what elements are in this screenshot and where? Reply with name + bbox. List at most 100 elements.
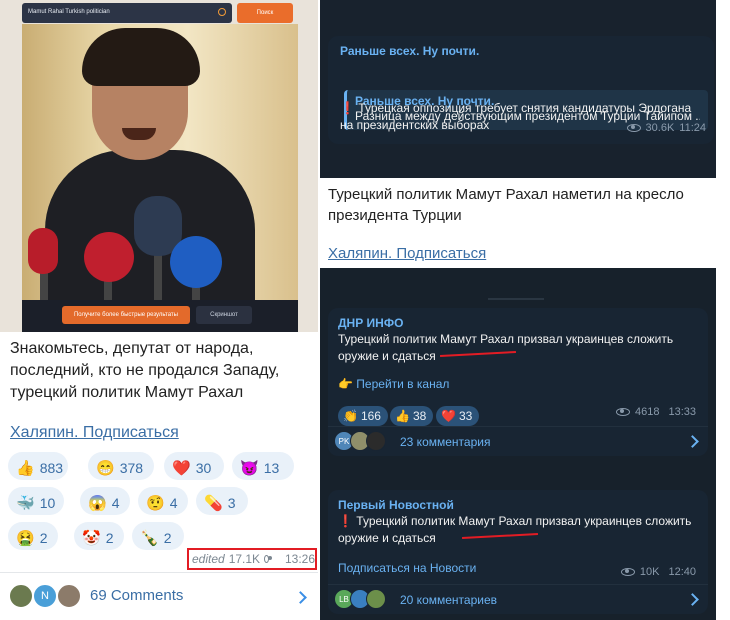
- reaction-emoji: 👏: [343, 409, 358, 423]
- mic-stand: [104, 280, 112, 300]
- reaction-emoji: ❤️: [441, 409, 456, 423]
- message-time: 13:33: [668, 406, 696, 418]
- reaction-chip[interactable]: ❤️ 33: [436, 406, 480, 426]
- reaction-chip[interactable]: 👏 166: [338, 406, 388, 426]
- image-search-button[interactable]: Поиск: [237, 3, 293, 23]
- reaction-chip[interactable]: 🤡 2: [74, 522, 124, 550]
- avatar: [8, 583, 34, 609]
- message-card-dnr: ДНР ИНФО Турецкий политик Мамут Рахал пр…: [328, 308, 708, 456]
- post-time: 13:26: [284, 552, 315, 566]
- telegram-feed: ДНР ИНФО Турецкий политик Мамут Рахал пр…: [320, 268, 716, 620]
- reaction-count: 33: [458, 409, 473, 423]
- comments-bar[interactable]: PK 23 комментария: [328, 426, 708, 456]
- subscribe-link[interactable]: Халяпин. Подписаться: [328, 245, 486, 262]
- reaction-chip[interactable]: 🤮 2: [8, 522, 58, 550]
- divider: [488, 298, 544, 300]
- avatar: N: [32, 583, 58, 609]
- chevron-right-icon: [686, 593, 699, 606]
- reaction-emoji: 😁: [96, 460, 115, 477]
- reaction-count: 378: [119, 460, 144, 476]
- message-time: 11:24: [679, 122, 706, 134]
- avatar: [366, 431, 386, 451]
- chevron-right-icon: [294, 591, 307, 604]
- search-icon: [218, 8, 226, 16]
- reaction-emoji: 🤨: [146, 495, 165, 512]
- reaction-chip[interactable]: 😈 13: [232, 452, 294, 480]
- exclamation-icon: ❗: [338, 514, 353, 528]
- comments-label: 20 комментариев: [400, 593, 498, 607]
- reaction-count: 10: [39, 495, 56, 511]
- message-meta: 4618 13:33: [615, 406, 696, 418]
- reaction-chip[interactable]: ❤️ 30: [164, 452, 224, 480]
- microphone: [84, 232, 134, 282]
- channel-name[interactable]: Первый Новостной: [338, 498, 454, 512]
- reaction-count: 883: [39, 460, 64, 476]
- reaction-emoji: 🤡: [82, 530, 101, 547]
- reaction-count: 13: [263, 460, 280, 476]
- reaction-emoji: 💊: [204, 495, 223, 512]
- reaction-emoji: ❤️: [172, 460, 191, 477]
- chevron-right-icon: [686, 435, 699, 448]
- mic-stand: [192, 286, 200, 300]
- message-bubble: Раньше всех. Ну почти. Раньше всех. Ну п…: [328, 36, 714, 144]
- message-meta: 10K 12:40: [620, 566, 696, 578]
- reaction-emoji: 🐳: [16, 495, 35, 512]
- reaction-chip[interactable]: 😱 4: [80, 487, 130, 515]
- views-count: 4618: [634, 406, 660, 418]
- reaction-chip[interactable]: 🍾 2: [132, 522, 184, 550]
- faster-results-button[interactable]: Получите более быстрые результаты: [62, 306, 190, 324]
- eye-icon: [626, 124, 641, 132]
- channel-name[interactable]: ДНР ИНФО: [338, 316, 403, 330]
- comments-label: 23 комментария: [400, 435, 491, 449]
- reaction-chip[interactable]: 😁 378: [88, 452, 154, 480]
- subscribe-link[interactable]: Халяпин. Подписаться: [10, 424, 179, 442]
- left-post: Mamut Rahal Turkish politician Поиск Пол…: [0, 0, 318, 620]
- views-count: 10K: [639, 566, 660, 578]
- eye-icon: [620, 568, 635, 576]
- microphone: [28, 228, 58, 274]
- comments-bar[interactable]: LB 20 комментариев: [328, 584, 708, 614]
- screenshot-button[interactable]: Скриншот: [196, 306, 252, 324]
- pointing-hand-icon: 👉: [338, 377, 353, 391]
- reaction-emoji: 👍: [16, 460, 35, 477]
- microphone: [170, 236, 222, 288]
- reaction-count: 38: [412, 409, 427, 423]
- reaction-emoji: 😈: [240, 460, 259, 477]
- mic-stand: [40, 272, 48, 300]
- message-card-first-news: Первый Новостной ❗ Турецкий политик Маму…: [328, 490, 708, 614]
- subscribe-link[interactable]: Подписаться на Новости: [338, 561, 476, 575]
- channel-name[interactable]: Раньше всех. Ну почти.: [340, 44, 479, 58]
- channel-link[interactable]: 👉 Перейти в канал: [338, 377, 449, 391]
- views-count: 30.6K: [645, 122, 675, 134]
- avatar: [366, 589, 386, 609]
- channel-link-label: Перейти в канал: [356, 377, 450, 391]
- edited-label: edited: [192, 552, 225, 566]
- forwarded-post-light: Турецкий политик Мамут Рахал наметил на …: [320, 178, 716, 268]
- photo-hair: [82, 28, 200, 86]
- reaction-count: 4: [169, 495, 178, 511]
- message-body: Турецкий политик Мамут Рахал призвал укр…: [338, 514, 692, 545]
- comments-bar[interactable]: N 69 Comments: [0, 572, 318, 620]
- post-text: Знакомьтесь, депутат от народа, последни…: [10, 340, 280, 401]
- eye-icon: [615, 408, 630, 416]
- message-text: Турецкий политик Мамут Рахал призвал укр…: [338, 332, 674, 363]
- reaction-count: 4: [111, 495, 120, 511]
- post-text: Турецкий политик Мамут Рахал наметил на …: [328, 186, 684, 224]
- reaction-count: 2: [39, 530, 48, 546]
- exclamation-icon: ❗: [340, 101, 355, 115]
- reaction-count: 30: [195, 460, 212, 476]
- message-meta: 30.6K 11:24: [626, 122, 706, 134]
- image-search-input[interactable]: Mamut Rahal Turkish politician: [22, 3, 232, 23]
- reaction-chip[interactable]: 🤨 4: [138, 487, 188, 515]
- reaction-chip[interactable]: 👍 38: [390, 406, 434, 426]
- reaction-count: 2: [105, 530, 114, 546]
- post-photo[interactable]: Mamut Rahal Turkish politician Поиск Пол…: [0, 0, 318, 332]
- avatar: [56, 583, 82, 609]
- reaction-emoji: 🤮: [16, 530, 35, 547]
- post-meta: edited 17.1K 13:26: [187, 548, 317, 570]
- message-time: 12:40: [668, 566, 696, 578]
- eye-icon: [264, 555, 272, 563]
- reaction-chip[interactable]: 💊 3: [196, 487, 248, 515]
- reaction-chip[interactable]: 👍 883: [8, 452, 68, 480]
- reaction-chip[interactable]: 🐳 10: [8, 487, 64, 515]
